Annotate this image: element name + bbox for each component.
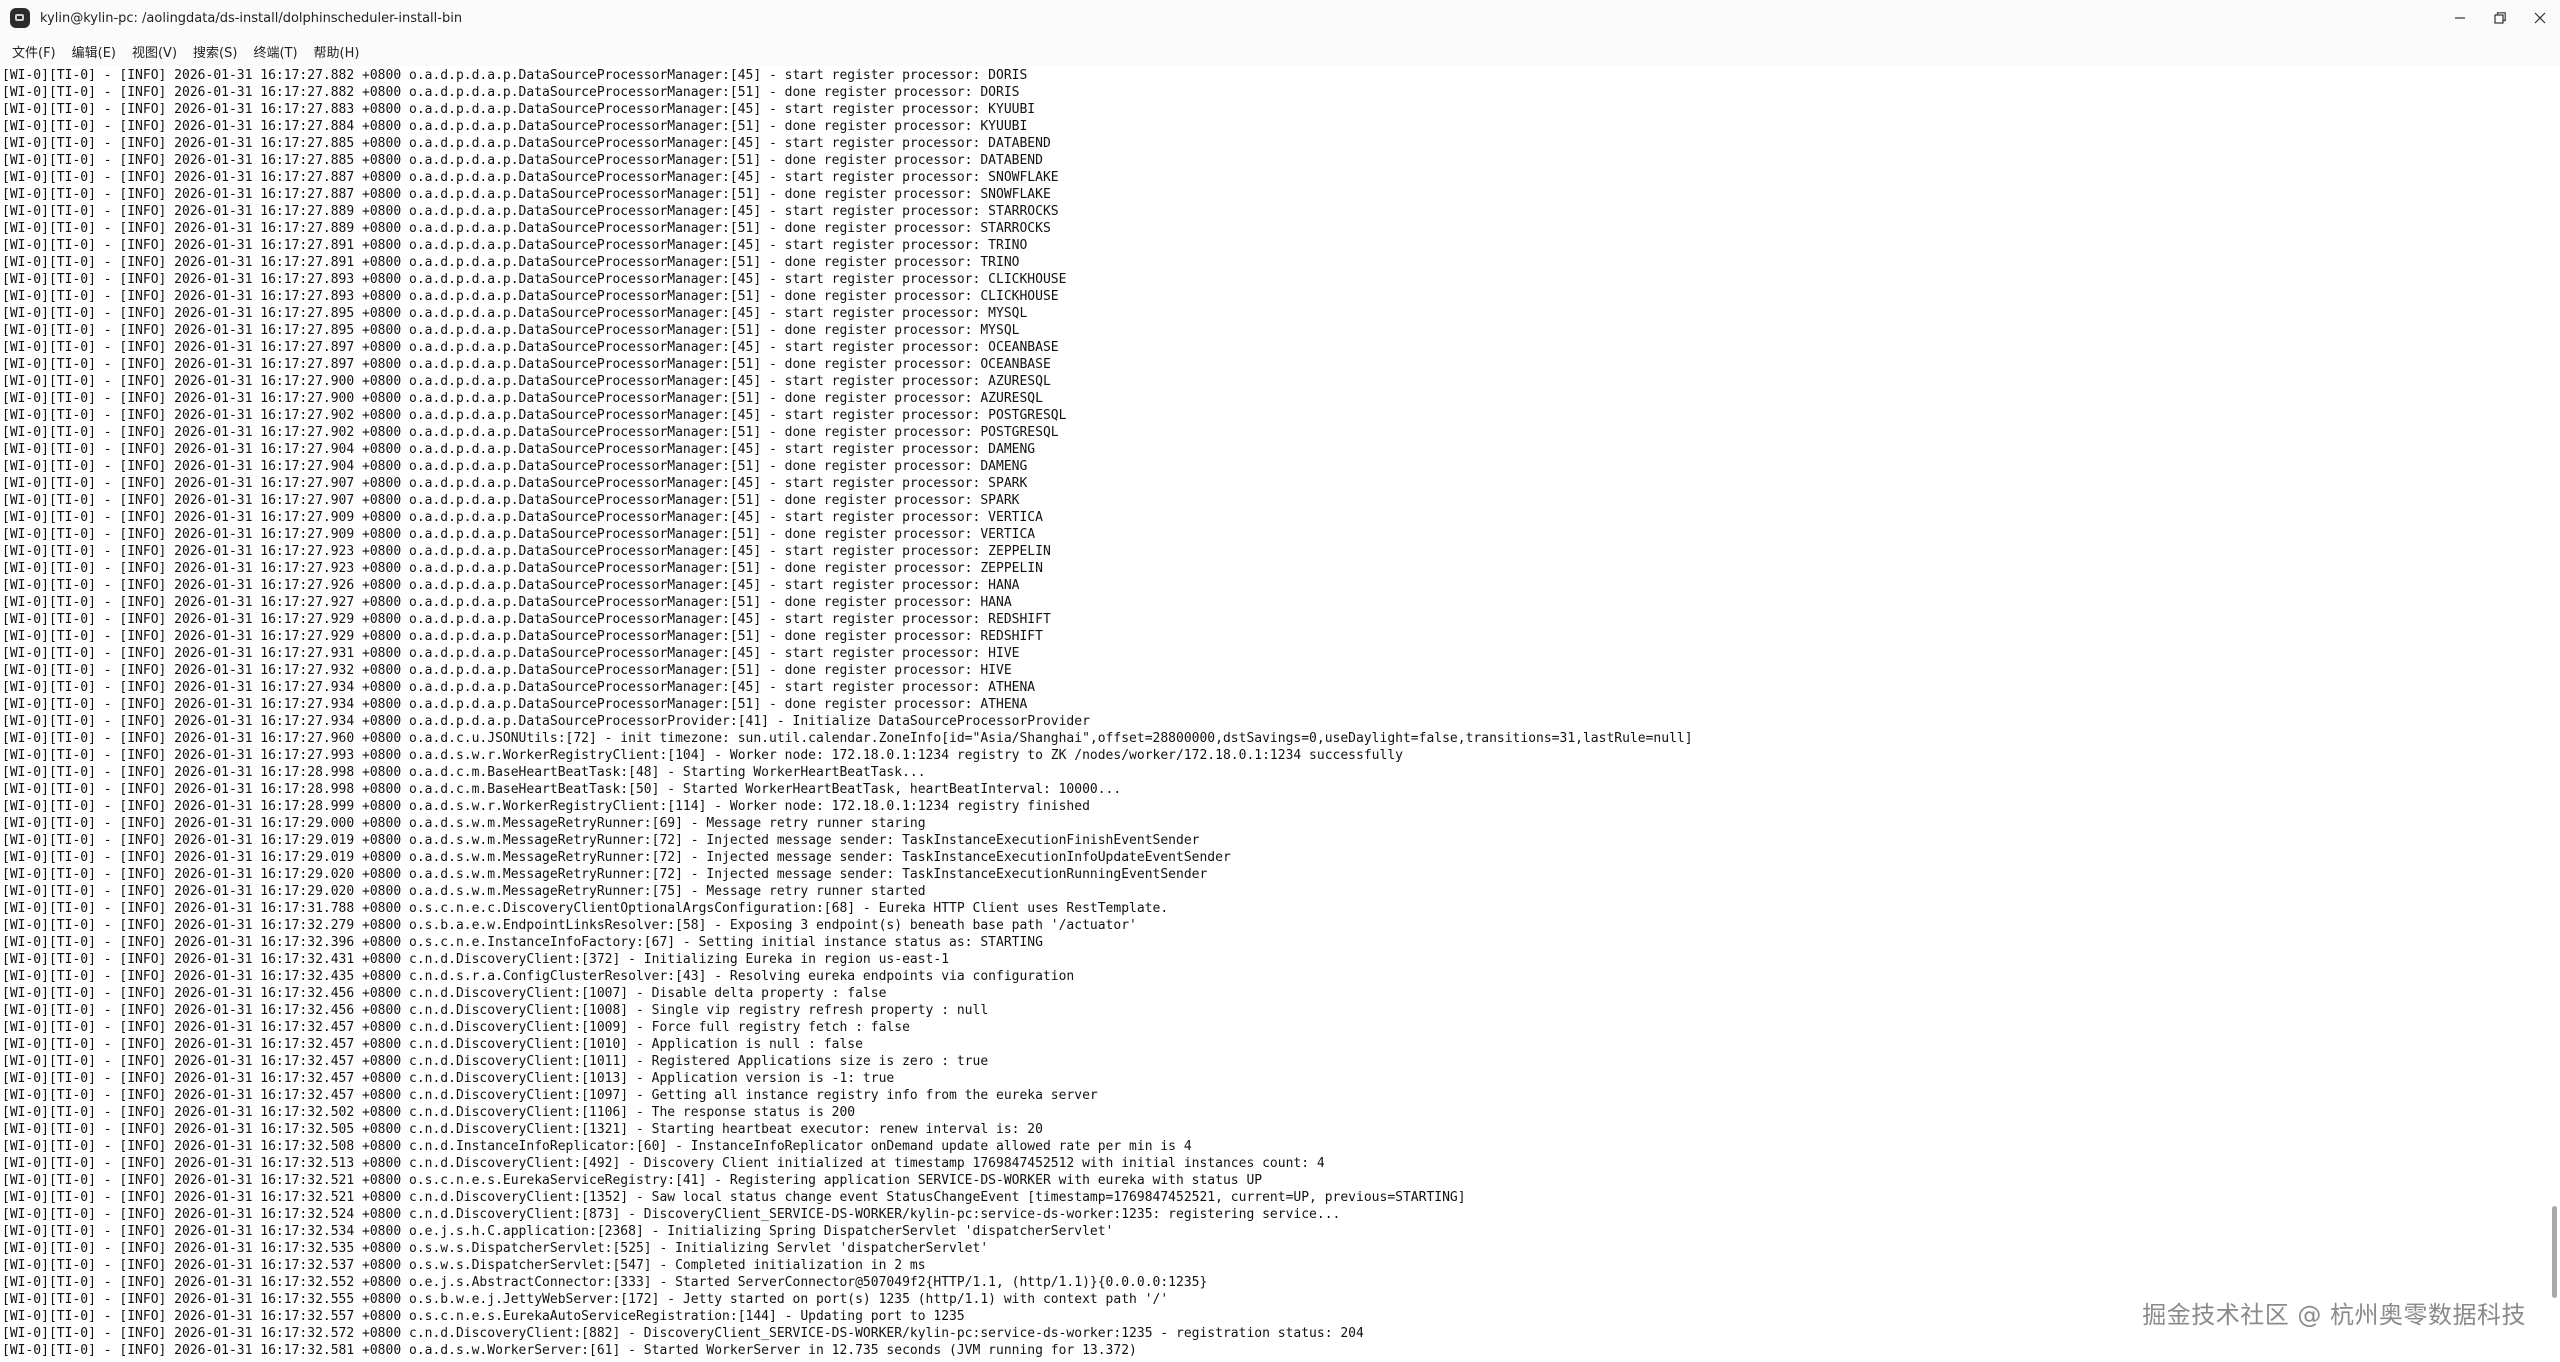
log-line: [WI-0][TI-0] - [INFO] 2026-01-31 16:17:3… xyxy=(2,1173,1263,1188)
restore-icon xyxy=(2494,12,2506,24)
log-line: [WI-0][TI-0] - [INFO] 2026-01-31 16:17:3… xyxy=(2,935,1043,950)
log-line: [WI-0][TI-0] - [INFO] 2026-01-31 16:17:3… xyxy=(2,1156,1325,1171)
log-line: [WI-0][TI-0] - [INFO] 2026-01-31 16:17:2… xyxy=(2,612,1051,627)
terminal-scrollbar[interactable] xyxy=(2546,66,2560,1362)
log-line: [WI-0][TI-0] - [INFO] 2026-01-31 16:17:3… xyxy=(2,918,1137,933)
log-line: [WI-0][TI-0] - [INFO] 2026-01-31 16:17:2… xyxy=(2,204,1059,219)
log-line: [WI-0][TI-0] - [INFO] 2026-01-31 16:17:2… xyxy=(2,544,1051,559)
log-lines: [WI-0][TI-0] - [INFO] 2026-01-31 16:17:2… xyxy=(0,66,2546,1359)
log-line: [WI-0][TI-0] - [INFO] 2026-01-31 16:17:3… xyxy=(2,986,887,1001)
log-line: [WI-0][TI-0] - [INFO] 2026-01-31 16:17:2… xyxy=(2,119,1028,134)
log-line: [WI-0][TI-0] - [INFO] 2026-01-31 16:17:2… xyxy=(2,102,1036,117)
log-line: [WI-0][TI-0] - [INFO] 2026-01-31 16:17:2… xyxy=(2,187,1051,202)
log-line: [WI-0][TI-0] - [INFO] 2026-01-31 16:17:2… xyxy=(2,170,1059,185)
log-line: [WI-0][TI-0] - [INFO] 2026-01-31 16:17:2… xyxy=(2,408,1067,423)
log-line: [WI-0][TI-0] - [INFO] 2026-01-31 16:17:2… xyxy=(2,595,1012,610)
log-line: [WI-0][TI-0] - [INFO] 2026-01-31 16:17:2… xyxy=(2,272,1067,287)
menu-view[interactable]: 视图(V) xyxy=(124,42,185,61)
log-line: [WI-0][TI-0] - [INFO] 2026-01-31 16:17:2… xyxy=(2,136,1051,151)
log-line: [WI-0][TI-0] - [INFO] 2026-01-31 16:17:2… xyxy=(2,680,1036,695)
close-button[interactable] xyxy=(2520,0,2560,36)
log-line: [WI-0][TI-0] - [INFO] 2026-01-31 16:17:2… xyxy=(2,884,926,899)
window-controls xyxy=(2440,0,2560,36)
log-line: [WI-0][TI-0] - [INFO] 2026-01-31 16:17:2… xyxy=(2,289,1059,304)
log-line: [WI-0][TI-0] - [INFO] 2026-01-31 16:17:3… xyxy=(2,1139,1192,1154)
log-line: [WI-0][TI-0] - [INFO] 2026-01-31 16:17:3… xyxy=(2,1020,910,1035)
log-line: [WI-0][TI-0] - [INFO] 2026-01-31 16:17:3… xyxy=(2,952,950,967)
log-line: [WI-0][TI-0] - [INFO] 2026-01-31 16:17:2… xyxy=(2,493,1020,508)
log-line: [WI-0][TI-0] - [INFO] 2026-01-31 16:17:2… xyxy=(2,425,1059,440)
log-line: [WI-0][TI-0] - [INFO] 2026-01-31 16:17:3… xyxy=(2,1224,1114,1239)
log-line: [WI-0][TI-0] - [INFO] 2026-01-31 16:17:3… xyxy=(2,969,1075,984)
log-line: [WI-0][TI-0] - [INFO] 2026-01-31 16:17:2… xyxy=(2,833,1200,848)
log-line: [WI-0][TI-0] - [INFO] 2026-01-31 16:17:2… xyxy=(2,510,1043,525)
log-line: [WI-0][TI-0] - [INFO] 2026-01-31 16:17:2… xyxy=(2,816,926,831)
log-line: [WI-0][TI-0] - [INFO] 2026-01-31 16:17:3… xyxy=(2,1054,989,1069)
log-line: [WI-0][TI-0] - [INFO] 2026-01-31 16:17:2… xyxy=(2,238,1028,253)
log-line: [WI-0][TI-0] - [INFO] 2026-01-31 16:17:3… xyxy=(2,1190,1466,1205)
menu-help[interactable]: 帮助(H) xyxy=(306,42,368,61)
log-line: [WI-0][TI-0] - [INFO] 2026-01-31 16:17:2… xyxy=(2,578,1020,593)
menu-edit[interactable]: 编辑(E) xyxy=(64,42,124,61)
terminal-output[interactable]: [WI-0][TI-0] - [INFO] 2026-01-31 16:17:2… xyxy=(0,66,2546,1362)
log-line: [WI-0][TI-0] - [INFO] 2026-01-31 16:17:3… xyxy=(2,1275,1208,1290)
log-line: [WI-0][TI-0] - [INFO] 2026-01-31 16:17:3… xyxy=(2,1003,989,1018)
log-line: [WI-0][TI-0] - [INFO] 2026-01-31 16:17:2… xyxy=(2,765,926,780)
menu-file[interactable]: 文件(F) xyxy=(4,42,64,61)
log-line: [WI-0][TI-0] - [INFO] 2026-01-31 16:17:3… xyxy=(2,1343,1137,1358)
watermark: 掘金技术社区 @ 杭州奥零数据科技 xyxy=(2142,1301,2526,1329)
log-line: [WI-0][TI-0] - [INFO] 2026-01-31 16:17:3… xyxy=(2,1037,863,1052)
log-line: [WI-0][TI-0] - [INFO] 2026-01-31 16:17:2… xyxy=(2,459,1028,474)
log-line: [WI-0][TI-0] - [INFO] 2026-01-31 16:17:2… xyxy=(2,374,1051,389)
log-line: [WI-0][TI-0] - [INFO] 2026-01-31 16:17:2… xyxy=(2,68,1028,83)
log-line: [WI-0][TI-0] - [INFO] 2026-01-31 16:17:2… xyxy=(2,561,1043,576)
log-line: [WI-0][TI-0] - [INFO] 2026-01-31 16:17:2… xyxy=(2,867,1208,882)
window-title: kylin@kylin-pc: /aolingdata/ds-install/d… xyxy=(40,10,463,26)
log-line: [WI-0][TI-0] - [INFO] 2026-01-31 16:17:2… xyxy=(2,697,1028,712)
log-line: [WI-0][TI-0] - [INFO] 2026-01-31 16:17:2… xyxy=(2,663,1012,678)
menu-bar: 文件(F) 编辑(E) 视图(V) 搜索(S) 终端(T) 帮助(H) xyxy=(0,36,2560,66)
log-line: [WI-0][TI-0] - [INFO] 2026-01-31 16:17:3… xyxy=(2,1105,856,1120)
log-line: [WI-0][TI-0] - [INFO] 2026-01-31 16:17:3… xyxy=(2,1241,989,1256)
log-line: [WI-0][TI-0] - [INFO] 2026-01-31 16:17:3… xyxy=(2,1071,895,1086)
log-line: [WI-0][TI-0] - [INFO] 2026-01-31 16:17:3… xyxy=(2,1207,1341,1222)
log-line: [WI-0][TI-0] - [INFO] 2026-01-31 16:17:2… xyxy=(2,527,1036,542)
restore-button[interactable] xyxy=(2480,0,2520,36)
log-line: [WI-0][TI-0] - [INFO] 2026-01-31 16:17:2… xyxy=(2,85,1020,100)
window-titlebar[interactable]: kylin@kylin-pc: /aolingdata/ds-install/d… xyxy=(0,0,2560,36)
log-line: [WI-0][TI-0] - [INFO] 2026-01-31 16:17:2… xyxy=(2,629,1043,644)
terminal-app-icon xyxy=(10,8,30,28)
log-line: [WI-0][TI-0] - [INFO] 2026-01-31 16:17:2… xyxy=(2,850,1231,865)
minimize-icon xyxy=(2455,17,2465,19)
log-line: [WI-0][TI-0] - [INFO] 2026-01-31 16:17:2… xyxy=(2,799,1090,814)
log-line: [WI-0][TI-0] - [INFO] 2026-01-31 16:17:2… xyxy=(2,646,1020,661)
log-line: [WI-0][TI-0] - [INFO] 2026-01-31 16:17:2… xyxy=(2,221,1051,236)
log-line: [WI-0][TI-0] - [INFO] 2026-01-31 16:17:2… xyxy=(2,391,1043,406)
log-line: [WI-0][TI-0] - [INFO] 2026-01-31 16:17:2… xyxy=(2,357,1051,372)
menu-terminal[interactable]: 终端(T) xyxy=(245,42,305,61)
log-line: [WI-0][TI-0] - [INFO] 2026-01-31 16:17:2… xyxy=(2,153,1043,168)
log-line: [WI-0][TI-0] - [INFO] 2026-01-31 16:17:3… xyxy=(2,1258,926,1273)
log-line: [WI-0][TI-0] - [INFO] 2026-01-31 16:17:2… xyxy=(2,748,1403,763)
log-line: [WI-0][TI-0] - [INFO] 2026-01-31 16:17:2… xyxy=(2,340,1059,355)
log-line: [WI-0][TI-0] - [INFO] 2026-01-31 16:17:2… xyxy=(2,323,1020,338)
menu-search[interactable]: 搜索(S) xyxy=(185,42,245,61)
log-line: [WI-0][TI-0] - [INFO] 2026-01-31 16:17:2… xyxy=(2,782,1122,797)
log-line: [WI-0][TI-0] - [INFO] 2026-01-31 16:17:2… xyxy=(2,714,1090,729)
log-line: [WI-0][TI-0] - [INFO] 2026-01-31 16:17:3… xyxy=(2,901,1169,916)
log-line: [WI-0][TI-0] - [INFO] 2026-01-31 16:17:2… xyxy=(2,476,1028,491)
log-line: [WI-0][TI-0] - [INFO] 2026-01-31 16:17:3… xyxy=(2,1088,1098,1103)
log-line: [WI-0][TI-0] - [INFO] 2026-01-31 16:17:3… xyxy=(2,1122,1043,1137)
scrollbar-thumb[interactable] xyxy=(2552,1206,2557,1298)
minimize-button[interactable] xyxy=(2440,0,2480,36)
log-line: [WI-0][TI-0] - [INFO] 2026-01-31 16:17:2… xyxy=(2,731,1693,746)
log-line: [WI-0][TI-0] - [INFO] 2026-01-31 16:17:2… xyxy=(2,255,1020,270)
close-icon xyxy=(2534,12,2546,24)
log-line: [WI-0][TI-0] - [INFO] 2026-01-31 16:17:2… xyxy=(2,442,1036,457)
log-line: [WI-0][TI-0] - [INFO] 2026-01-31 16:17:2… xyxy=(2,306,1028,321)
